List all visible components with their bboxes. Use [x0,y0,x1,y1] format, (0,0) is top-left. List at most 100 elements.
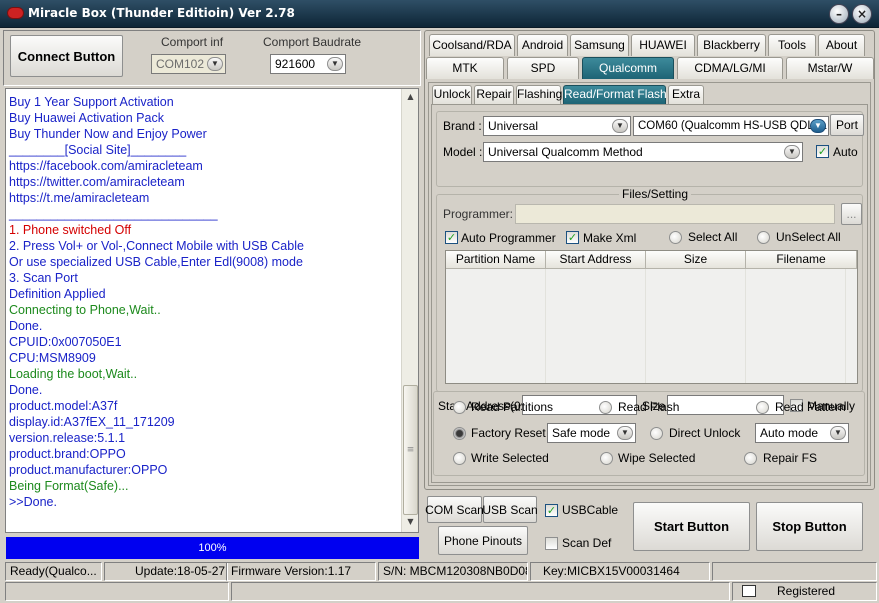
auto-label: Auto [833,145,858,159]
log-line: version.release:5.1.1 [9,431,126,445]
subtab-flashing[interactable]: Flashing [516,85,562,104]
subtab-read-format-flash[interactable]: Read/Format Flash [563,85,667,104]
minimize-icon[interactable]: – [829,4,849,24]
brand-select[interactable]: Universal ▼ [483,116,631,136]
make-xml-checkbox[interactable]: ✓ [566,231,579,244]
column-header[interactable]: Size [646,251,746,269]
direct-unlock-label: Direct Unlock [669,426,741,440]
log-line: CPUID:0x007050E1 [9,335,122,349]
unselect-all-label: UnSelect All [776,230,841,244]
reset-mode-select[interactable]: Safe mode ▼ [547,423,636,443]
usb-cable-label: USBCable [562,503,619,517]
title-bar: Miracle Box (Thunder Editioin) Ver 2.78 … [0,0,879,28]
auto-checkbox[interactable]: ✓ [816,145,829,158]
log-line: Done. [9,383,43,397]
log-line: display.id:A37fEX_11_171209 [9,415,175,429]
status-key: Key:MICBX15V00031464 [530,562,710,581]
column-header[interactable]: Start Address [546,251,646,269]
column-header[interactable]: Filename [746,251,857,269]
brand-label: Brand : [443,119,482,133]
auto-programmer-checkbox[interactable]: ✓ [445,231,458,244]
keyboard-icon [742,585,756,597]
usb-scan-button[interactable]: USB Scan [482,496,538,523]
log-scrollbar[interactable]: ▲ ≡ ▼ [401,89,418,532]
tab-about[interactable]: About [818,34,865,56]
tab-mtk[interactable]: MTK [426,57,504,79]
usb-cable-checkbox[interactable]: ✓ [545,504,558,517]
tab-blackberry[interactable]: Blackberry [697,34,766,56]
scan-def-checkbox[interactable] [545,537,558,550]
comport-baud-value: 921600 [275,57,316,71]
write-selected-radio[interactable] [453,452,466,465]
repair-fs-radio[interactable] [744,452,757,465]
write-selected-label: Write Selected [471,451,549,465]
column-header[interactable]: Partition Name [446,251,546,269]
direct-unlock-radio[interactable] [650,427,663,440]
factory-reset-radio[interactable] [453,427,466,440]
repair-fs-label: Repair FS [763,451,818,465]
make-xml-label: Make Xml [583,231,637,245]
tab-android[interactable]: Android [517,34,568,56]
chevron-down-icon: ▼ [830,426,846,440]
window-title: Miracle Box (Thunder Editioin) Ver 2.78 [28,6,295,20]
read-pattern-radio[interactable] [756,401,769,414]
unlock-mode-select[interactable]: Auto mode ▼ [755,423,849,443]
comport-baud-select[interactable]: 921600 ▼ [270,54,346,74]
progress-bar: 100% [6,537,419,559]
port-button[interactable]: Port [830,114,864,136]
log-output[interactable]: Buy 1 Year Support Activation Buy Huawei … [5,88,419,533]
wipe-selected-label: Wipe Selected [618,451,696,465]
wipe-selected-radio[interactable] [600,452,613,465]
chevron-down-icon: ▼ [207,57,223,71]
tab-mstar-w[interactable]: Mstar/W [786,57,874,79]
chevron-down-icon: ▼ [617,426,633,440]
log-line: 2. Press Vol+ or Vol-,Connect Mobile wit… [9,239,304,253]
read-partitions-radio[interactable] [453,401,466,414]
model-select[interactable]: Universal Qualcomm Method ▼ [483,142,803,162]
files-setting-group: Files/Setting Programmer: ... ✓ Auto Pro… [436,187,863,392]
tab-huawei[interactable]: HUAWEI [631,34,695,56]
log-line: CPU:MSM8909 [9,351,96,365]
tab-spd[interactable]: SPD [507,57,579,79]
tab-tools[interactable]: Tools [768,34,816,56]
connect-button[interactable]: Connect Button [10,35,123,77]
subtab-extra[interactable]: Extra [668,85,704,104]
scan-def-label: Scan Def [562,536,612,550]
log-line: https://t.me/amiracleteam [9,191,150,205]
log-line: Buy Thunder Now and Enjoy Power [9,127,207,141]
operations-group: Read Partitions Read Flash Read Pattern … [433,391,865,476]
scroll-thumb[interactable]: ≡ [403,385,418,515]
phone-pinouts-button[interactable]: Phone Pinouts [438,526,528,555]
select-all-radio[interactable] [669,231,682,244]
tab-cdma-lg-mi[interactable]: CDMA/LG/MI [677,57,783,79]
tab-samsung[interactable]: Samsung [570,34,629,56]
progress-label: 100% [198,542,227,554]
model-value: Universal Qualcomm Method [488,145,643,159]
programmer-label: Programmer: [443,207,514,221]
port-select[interactable]: COM60 (Qualcomm HS-USB QDLoa ▼ [633,116,829,136]
connect-panel: Connect Button Comport inf COM102 ▼ Comp… [3,30,421,86]
log-line: Being Format(Safe)... [9,479,129,493]
partition-table[interactable]: Partition Name Start Address Size Filename [445,250,858,384]
read-flash-radio[interactable] [599,401,612,414]
programmer-field[interactable] [515,204,835,224]
tab-qualcomm[interactable]: Qualcomm [582,57,674,79]
start-button[interactable]: Start Button [633,502,750,551]
comport-inf-select[interactable]: COM102 ▼ [151,54,226,74]
close-icon[interactable]: × [852,4,872,24]
programmer-browse-button[interactable]: ... [841,203,862,225]
subtab-unlock[interactable]: Unlock [432,85,472,104]
model-label: Model : [443,145,483,159]
registered-label: Registered [777,584,836,598]
log-line: product.manufacturer:OPPO [9,463,168,477]
scroll-down-icon[interactable]: ▼ [404,517,417,529]
port-value: COM60 (Qualcomm HS-USB QDLoa [638,120,827,132]
subtab-repair[interactable]: Repair [474,85,514,104]
tab-coolsand-rda[interactable]: Coolsand/RDA [429,34,515,56]
comport-inf-label: Comport inf [161,35,224,49]
unselect-all-radio[interactable] [757,231,770,244]
com-scan-button[interactable]: COM Scan [425,496,484,523]
scroll-up-icon[interactable]: ▲ [404,92,417,104]
stop-button[interactable]: Stop Button [756,502,863,551]
comport-inf-value: COM102 [156,57,205,71]
